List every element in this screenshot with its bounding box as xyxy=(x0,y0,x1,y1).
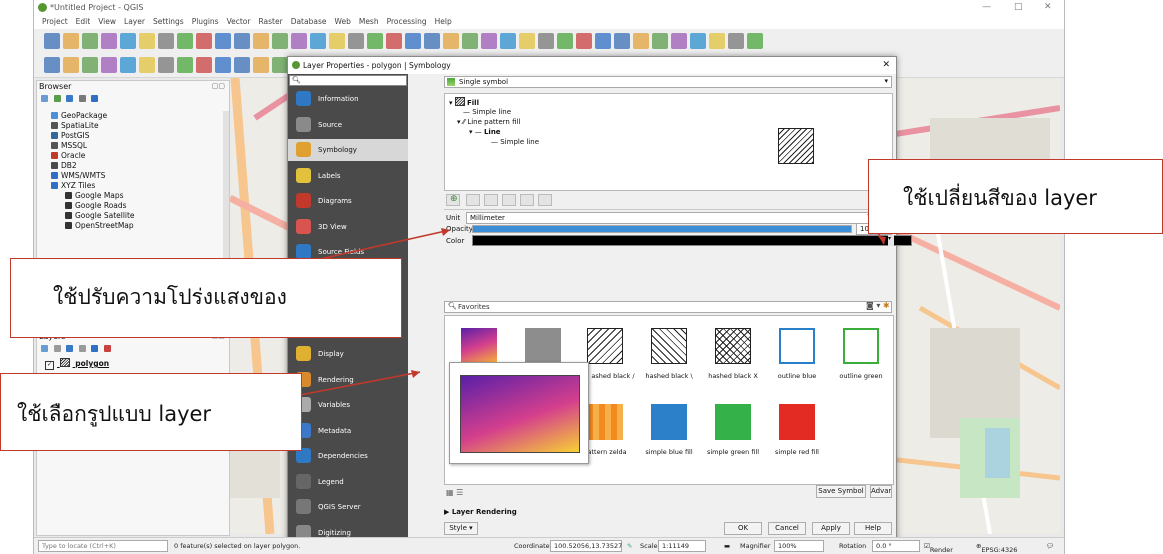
callout-opacity-text: ใช้ปรับความโปร่งแสงของ xyxy=(53,285,287,309)
callout-color: ใช้เปลี่ยนสีของ layer xyxy=(868,159,1163,234)
callout-style-text: ใช้เลือกรูปแบบ layer xyxy=(17,402,212,426)
callout-color-text: ใช้เปลี่ยนสีของ layer xyxy=(903,186,1097,210)
callout-opacity: ใช้ปรับความโปร่งแสงของ xyxy=(10,258,402,338)
arrow-color-head xyxy=(878,236,886,244)
gradient-preview-popup xyxy=(449,362,589,464)
gradient-swatch-large xyxy=(460,375,580,453)
arrow-style-head xyxy=(411,370,420,378)
arrow-opacity-head xyxy=(441,228,450,236)
arrow-style xyxy=(299,371,421,396)
callout-style: ใช้เลือกรูปแบบ layer xyxy=(0,373,302,451)
